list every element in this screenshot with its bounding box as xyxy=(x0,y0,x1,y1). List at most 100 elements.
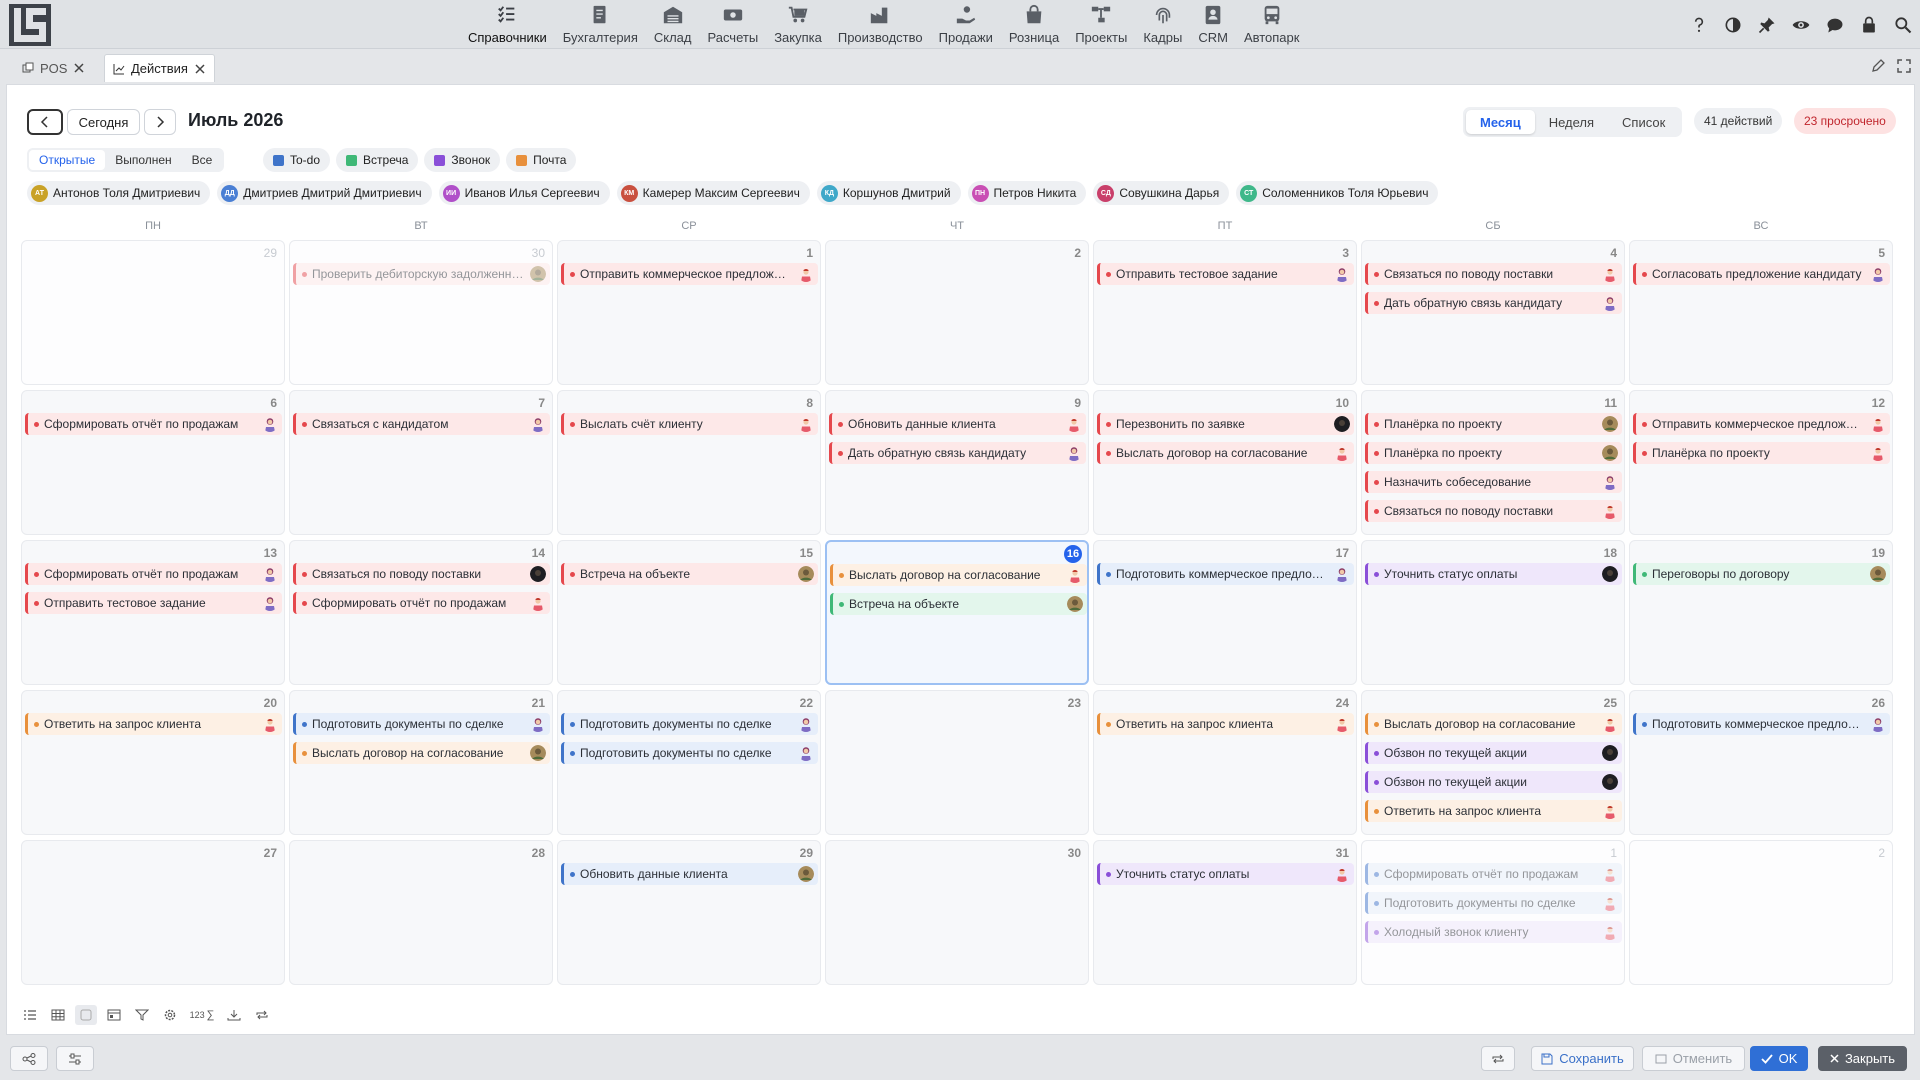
day-cell[interactable]: 29 Обновить данные клиента xyxy=(557,840,821,985)
user-filter-chip[interactable]: КМ Камерер Максим Сергеевич xyxy=(616,181,810,205)
calendar-event[interactable]: Связаться по поводу поставки xyxy=(1365,263,1622,285)
calendar-event[interactable]: Связаться по поводу поставки xyxy=(1365,500,1622,522)
day-cell[interactable]: 11 Планёрка по проекту Планёрка по проекту… xyxy=(1361,390,1625,535)
calendar-event[interactable]: Подготовить коммерческое предложение xyxy=(1097,563,1354,585)
day-cell[interactable]: 1 Сформировать отчёт по продажам Подготови… xyxy=(1361,840,1625,985)
day-cell[interactable]: 15 Встреча на объекте xyxy=(557,540,821,685)
eye-button[interactable] xyxy=(1788,12,1814,38)
nav-item-bus[interactable]: Автопарк xyxy=(1236,0,1308,49)
calendar-view-icon[interactable] xyxy=(103,1005,125,1025)
calendar-event[interactable]: Выслать договор на согласование xyxy=(1365,713,1622,735)
nav-item-money[interactable]: Расчеты xyxy=(699,0,766,49)
calendar-event[interactable]: Отправить тестовое задание xyxy=(25,592,282,614)
calendar-event[interactable]: Сформировать отчёт по продажам xyxy=(25,563,282,585)
calendar-event[interactable]: Связаться с кандидатом xyxy=(293,413,550,435)
edit-icon[interactable] xyxy=(1870,58,1886,74)
day-cell[interactable]: 19 Переговоры по договору xyxy=(1629,540,1893,685)
calendar-event[interactable]: Перезвонить по заявке xyxy=(1097,413,1354,435)
lock-button[interactable] xyxy=(1856,12,1882,38)
day-cell[interactable]: 30 xyxy=(825,840,1089,985)
day-cell[interactable]: 27 xyxy=(21,840,285,985)
day-cell[interactable]: 6 Сформировать отчёт по продажам xyxy=(21,390,285,535)
view-month-button[interactable]: Месяц xyxy=(1466,110,1535,134)
calendar-event[interactable]: Планёрка по проекту xyxy=(1633,442,1890,464)
calendar-event[interactable]: Обзвон по текущей акции xyxy=(1365,742,1622,764)
table-view-icon[interactable] xyxy=(47,1005,69,1025)
user-filter-chip[interactable]: КД Коршунов Дмитрий xyxy=(816,181,961,205)
save-button[interactable]: Сохранить xyxy=(1531,1046,1634,1071)
day-cell[interactable]: 10 Перезвонить по заявке Выслать договор н… xyxy=(1093,390,1357,535)
day-cell[interactable]: 26 Подготовить коммерческое предложение xyxy=(1629,690,1893,835)
nav-item-list-check[interactable]: Справочники xyxy=(460,0,555,49)
calendar-event[interactable]: Дать обратную связь кандидату xyxy=(829,442,1086,464)
user-filter-chip[interactable]: ДД Дмитриев Дмитрий Дмитриевич xyxy=(217,181,432,205)
calendar-event[interactable]: Назначить собеседование xyxy=(1365,471,1622,493)
calendar-event[interactable]: Встреча на объекте xyxy=(561,563,818,585)
refresh-cycle-icon[interactable] xyxy=(251,1005,273,1025)
theme-contrast-button[interactable] xyxy=(1720,12,1746,38)
calendar-event[interactable]: Планёрка по проекту xyxy=(1365,442,1622,464)
filter-icon[interactable] xyxy=(131,1005,153,1025)
type-filter-chip[interactable]: Почта xyxy=(506,148,577,172)
calendar-event[interactable]: Переговоры по договору xyxy=(1633,563,1890,585)
tab-pos[interactable]: POS xyxy=(14,54,93,82)
day-cell[interactable]: 12 Отправить коммерческое предложение План… xyxy=(1629,390,1893,535)
day-cell[interactable]: 22 Подготовить документы по сделке Подгото… xyxy=(557,690,821,835)
day-cell[interactable]: 17 Подготовить коммерческое предложение xyxy=(1093,540,1357,685)
close-button[interactable]: Закрыть xyxy=(1818,1046,1907,1071)
calendar-event[interactable]: Дать обратную связь кандидату xyxy=(1365,292,1622,314)
close-tab-icon[interactable] xyxy=(194,63,206,75)
calendar-event[interactable]: Согласовать предложение кандидату xyxy=(1633,263,1890,285)
user-filter-chip[interactable]: СД Совушкина Дарья xyxy=(1093,181,1230,205)
tab-actions[interactable]: Действия xyxy=(104,54,215,82)
calendar-event[interactable]: Уточнить статус оплаты xyxy=(1365,563,1622,585)
day-cell[interactable]: 16 Выслать договор на согласование Встреча… xyxy=(825,540,1089,685)
calendar-event[interactable]: Обзвон по текущей акции xyxy=(1365,771,1622,793)
share-button[interactable] xyxy=(10,1046,48,1071)
calendar-event[interactable]: Отправить тестовое задание xyxy=(1097,263,1354,285)
calendar-event[interactable]: Ответить на запрос клиента xyxy=(1097,713,1354,735)
calendar-event[interactable]: Выслать договор на согласование xyxy=(293,742,550,764)
day-cell[interactable]: 3 Отправить тестовое задание xyxy=(1093,240,1357,385)
calendar-event[interactable]: Сформировать отчёт по продажам xyxy=(1365,863,1622,885)
day-cell[interactable]: 2 xyxy=(825,240,1089,385)
day-cell[interactable]: 2 xyxy=(1629,840,1893,985)
nav-item-cart[interactable]: Закупка xyxy=(766,0,830,49)
status-all-button[interactable]: Все xyxy=(182,150,223,170)
nav-item-project-tree[interactable]: Проекты xyxy=(1067,0,1135,49)
calendar-event[interactable]: Уточнить статус оплаты xyxy=(1097,863,1354,885)
calendar-event[interactable]: Отправить коммерческое предложение xyxy=(1633,413,1890,435)
user-filter-chip[interactable]: ПН Петров Никита xyxy=(967,181,1087,205)
day-cell[interactable]: 1 Отправить коммерческое предложение xyxy=(557,240,821,385)
day-cell[interactable]: 18 Уточнить статус оплаты xyxy=(1361,540,1625,685)
day-cell[interactable]: 20 Ответить на запрос клиента xyxy=(21,690,285,835)
settings-gear-icon[interactable] xyxy=(159,1005,181,1025)
nav-item-fingerprint[interactable]: Кадры xyxy=(1135,0,1190,49)
nav-item-ledger[interactable]: Бухгалтерия xyxy=(555,0,646,49)
type-filter-chip[interactable]: To-do xyxy=(263,148,331,172)
reload-button[interactable] xyxy=(1481,1046,1515,1071)
download-icon[interactable] xyxy=(223,1005,245,1025)
today-button[interactable]: Сегодня xyxy=(67,109,140,135)
calendar-event[interactable]: Сформировать отчёт по продажам xyxy=(293,592,550,614)
help-button[interactable] xyxy=(1686,12,1712,38)
list-view-icon[interactable] xyxy=(19,1005,41,1025)
calendar-event[interactable]: Подготовить документы по сделке xyxy=(561,742,818,764)
calendar-event[interactable]: Выслать счёт клиенту xyxy=(561,413,818,435)
calendar-event[interactable]: Выслать договор на согласование xyxy=(1097,442,1354,464)
user-filter-chip[interactable]: ИИ Иванов Илья Сергеевич xyxy=(438,181,610,205)
day-cell[interactable]: 5 Согласовать предложение кандидату xyxy=(1629,240,1893,385)
day-cell[interactable]: 14 Связаться по поводу поставки Сформирова… xyxy=(289,540,553,685)
nav-item-shopping-bag[interactable]: Розница xyxy=(1001,0,1067,49)
day-cell[interactable]: 31 Уточнить статус оплаты xyxy=(1093,840,1357,985)
search-button[interactable] xyxy=(1890,12,1916,38)
nav-item-warehouse[interactable]: Склад xyxy=(646,0,700,49)
user-filter-chip[interactable]: АТ Антонов Толя Дмитриевич xyxy=(27,181,211,205)
calendar-event[interactable]: Выслать договор на согласование xyxy=(830,564,1087,586)
day-cell[interactable]: 4 Связаться по поводу поставки Дать обратн… xyxy=(1361,240,1625,385)
calendar-event[interactable]: Отправить коммерческое предложение xyxy=(561,263,818,285)
calendar-event[interactable]: Ответить на запрос клиента xyxy=(25,713,282,735)
user-filter-chip[interactable]: СТ Соломенников Толя Юрьевич xyxy=(1236,181,1439,205)
type-filter-chip[interactable]: Встреча xyxy=(336,148,419,172)
day-cell[interactable]: 23 xyxy=(825,690,1089,835)
